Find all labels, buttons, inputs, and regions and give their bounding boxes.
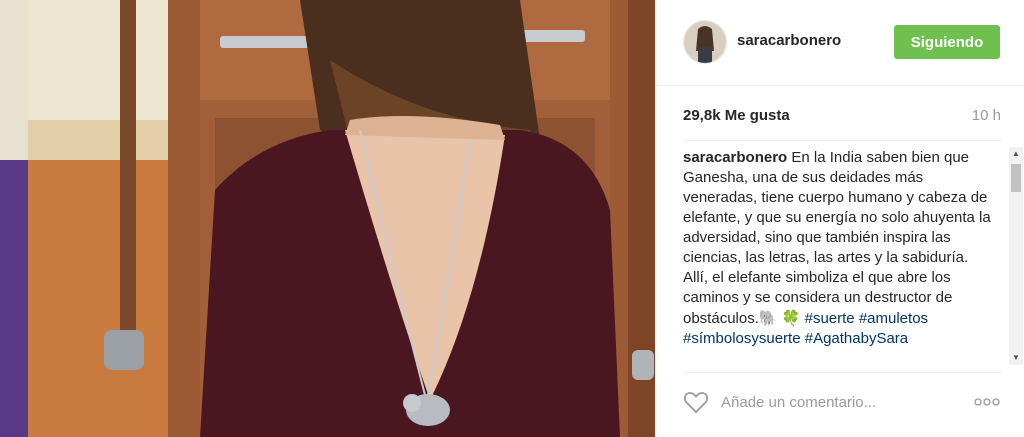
scroll-up-arrow-icon[interactable]: ▲ xyxy=(1009,147,1023,161)
divider xyxy=(683,140,1001,141)
following-button[interactable]: Siguiendo xyxy=(894,25,1000,59)
hashtag-link[interactable]: #amuletos xyxy=(859,310,928,327)
comments-list[interactable]: saracarbonero En la India saben bien que… xyxy=(683,148,1001,366)
comments-scrollbar[interactable]: ▲ ▼ xyxy=(1009,147,1023,365)
hashtag-link[interactable]: #símbolosysuerte xyxy=(683,330,801,347)
elephant-emoji-icon: 🐘 xyxy=(758,309,778,327)
avatar[interactable] xyxy=(683,20,727,64)
divider xyxy=(683,372,1001,373)
likes-row: 29,8k Me gusta 10 h xyxy=(683,107,1001,127)
post-photo[interactable] xyxy=(0,0,655,437)
post-caption: saracarbonero En la India saben bien que… xyxy=(683,148,1001,349)
post-header: saracarbonero Siguiendo xyxy=(656,0,1024,86)
post-details-panel: saracarbonero Siguiendo 29,8k Me gusta 1… xyxy=(655,0,1024,437)
clover-emoji-icon: 🍀 xyxy=(781,309,801,327)
post-timestamp[interactable]: 10 h xyxy=(972,107,1001,124)
add-comment-row xyxy=(683,388,1001,416)
heart-icon[interactable] xyxy=(683,390,709,414)
caption-text: En la India saben bien que Ganesha, una … xyxy=(683,149,991,266)
scroll-down-arrow-icon[interactable]: ▼ xyxy=(1009,351,1023,365)
avatar-image xyxy=(684,21,726,63)
hashtag-link[interactable]: #suerte xyxy=(805,310,855,327)
scrollbar-thumb[interactable] xyxy=(1011,164,1021,192)
post-photo-image xyxy=(0,0,655,437)
hashtag-link[interactable]: #AgathabySara xyxy=(805,330,908,347)
likes-count[interactable]: 29,8k Me gusta xyxy=(683,107,790,124)
caption-username[interactable]: saracarbonero xyxy=(683,149,787,166)
post-username[interactable]: saracarbonero xyxy=(737,32,841,49)
more-options-icon[interactable] xyxy=(973,394,1001,410)
comment-input[interactable] xyxy=(721,390,961,414)
